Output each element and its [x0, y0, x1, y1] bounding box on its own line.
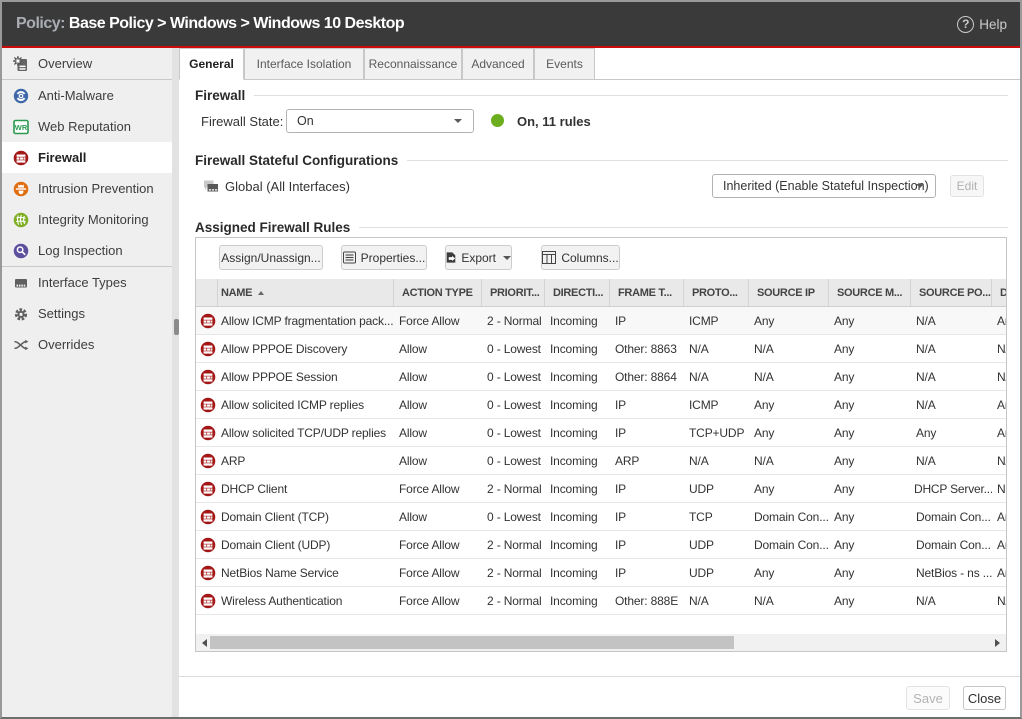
svg-text:WR: WR — [15, 122, 28, 131]
